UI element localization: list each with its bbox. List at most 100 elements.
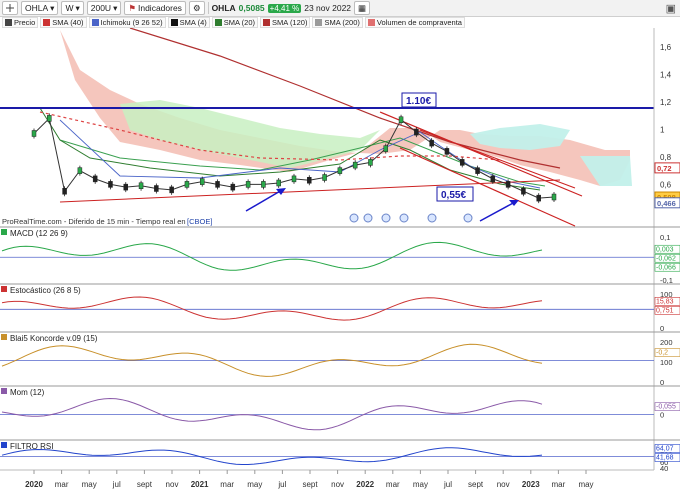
legend-item[interactable]: Volumen de compraventa <box>364 17 465 28</box>
change-badge: +4,41 % <box>267 3 302 13</box>
close-icon[interactable]: ▣ <box>666 2 676 15</box>
legend-swatch <box>170 19 178 26</box>
candle <box>368 159 373 166</box>
panel-value: -0,2 <box>656 350 668 357</box>
candle <box>444 148 450 155</box>
candle <box>459 159 465 166</box>
price-tick: 1,4 <box>660 70 672 79</box>
legend-label: Volumen de compraventa <box>376 18 462 27</box>
time-tick: mar <box>55 480 69 489</box>
source-text: ProRealTime.com - Diferido de 15 min - T… <box>2 217 186 226</box>
time-tick: jul <box>277 480 286 489</box>
time-tick: may <box>578 480 593 489</box>
legend-item[interactable]: Ichimoku (9 26 52) <box>88 17 166 28</box>
candle <box>108 181 113 188</box>
panel-tick: 0,1 <box>660 233 670 242</box>
panel-value: 0,003 <box>656 246 674 253</box>
time-tick: nov <box>497 480 510 489</box>
indicators-button[interactable]: ⚑ Indicadores <box>124 1 186 15</box>
legend-swatch <box>367 19 375 26</box>
time-tick: sept <box>302 480 318 489</box>
candle <box>123 183 129 191</box>
time-tick: may <box>247 480 262 489</box>
panel-icon <box>1 388 7 394</box>
chevron-down-icon: ▾ <box>75 3 80 13</box>
indicator-line <box>1 241 543 271</box>
legend-item[interactable]: SMA (20) <box>211 17 259 28</box>
time-axis: 2020 mar may jul sept nov 2021 mar may jul sept nov… <box>25 470 594 489</box>
candle <box>154 185 159 192</box>
candle <box>77 167 83 174</box>
legend-item[interactable]: Precio <box>2 17 39 28</box>
divider <box>207 2 209 14</box>
calendar-button[interactable]: ▦ <box>354 1 371 15</box>
level-high-label: 1.10€ <box>406 96 431 107</box>
candle <box>414 128 419 136</box>
bars-select[interactable]: 200U ▾ <box>86 1 122 15</box>
candle <box>261 181 266 188</box>
panel-value: -0,066 <box>656 264 676 271</box>
candle <box>62 188 67 195</box>
tools-button[interactable] <box>2 1 18 15</box>
candle <box>490 175 496 183</box>
time-tick: 2020 <box>25 480 43 489</box>
legend-swatch <box>91 19 99 26</box>
price-label: 0,72 <box>657 164 672 173</box>
panel-icon <box>1 286 7 292</box>
time-tick: nov <box>331 480 344 489</box>
period-select[interactable]: W ▾ <box>61 1 84 15</box>
legend-swatch <box>214 19 222 26</box>
time-tick: may <box>82 480 97 489</box>
time-tick: sept <box>468 480 484 489</box>
price-tick: 1 <box>660 125 665 134</box>
candle <box>521 188 526 195</box>
symbol-label: OHLA <box>211 3 236 13</box>
legend-item[interactable]: SMA (120) <box>260 17 311 28</box>
panel-value: 64,07 <box>656 446 674 453</box>
legend-label: SMA (40) <box>52 18 84 27</box>
indicator-line <box>1 397 543 431</box>
price-tick: 0,6 <box>660 180 672 189</box>
price-value: 0,5085 <box>238 3 265 13</box>
toolbar: OHLA ▾ W ▾ 200U ▾ ⚑ Indicadores ⚙ OHLA 0,508… <box>0 0 680 17</box>
panel-value: -0,055 <box>656 404 676 411</box>
time-tick: jul <box>112 480 121 489</box>
candle <box>337 167 343 174</box>
panel-value: 15,83 <box>656 298 674 305</box>
candle <box>276 179 281 187</box>
legend-swatch <box>5 19 12 26</box>
legend-label: Precio <box>14 18 36 27</box>
time-tick: mar <box>552 480 566 489</box>
time-tick: 2021 <box>191 480 209 489</box>
candle <box>138 182 144 189</box>
candle <box>184 181 190 188</box>
candle <box>230 183 236 191</box>
panel-title: Mom (12) <box>10 388 45 397</box>
legend-label: SMA (120) <box>272 18 308 27</box>
panel-tick: 200 <box>660 338 673 347</box>
settings-button[interactable]: ⚙ <box>188 1 205 15</box>
legend-item[interactable]: SMA (4) <box>167 17 210 28</box>
panel-value: 41,68 <box>656 455 674 462</box>
chart-area[interactable]: 1.10€ 0,55€ ProRealTime.com - Diferido d… <box>0 28 680 496</box>
time-tick: 2022 <box>356 480 374 489</box>
candle <box>398 116 404 123</box>
panel-title: Estocástico (26 8 5) <box>10 286 81 295</box>
time-tick: sept <box>137 480 153 489</box>
legend-item[interactable]: SMA (40) <box>40 17 87 28</box>
time-tick: jul <box>443 480 452 489</box>
panel-title: Blai5 Koncorde v.09 (15) <box>10 334 98 343</box>
indicator-line <box>1 296 543 321</box>
source-link[interactable]: [CBOE] <box>187 217 212 226</box>
ticker-select[interactable]: OHLA ▾ <box>21 1 59 15</box>
time-tick: 2023 <box>522 480 540 489</box>
price-tick: 1,2 <box>660 98 672 107</box>
legend-item[interactable]: SMA (200) <box>312 17 363 28</box>
candle <box>215 181 220 188</box>
gear-icon: ⚙ <box>192 3 201 13</box>
time-tick: nov <box>166 480 179 489</box>
panel-tick: 0 <box>660 411 664 420</box>
candle <box>383 145 389 152</box>
date-label: 23 nov 2022 <box>304 3 352 13</box>
legend-swatch <box>263 19 271 26</box>
